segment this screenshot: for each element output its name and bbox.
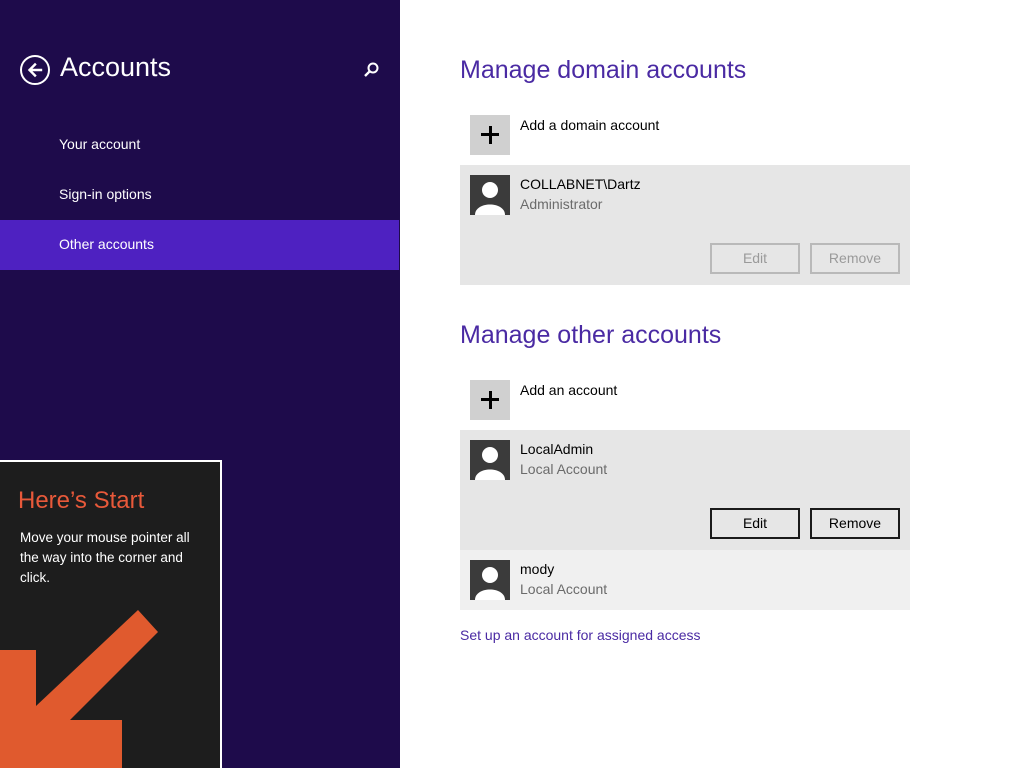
plus-icon: [470, 380, 510, 420]
account-name: COLLABNET\Dartz: [520, 176, 641, 192]
start-tip-body: Move your mouse pointer all the way into…: [20, 530, 190, 585]
account-type: Administrator: [520, 196, 603, 212]
start-tip-panel: Here’s Start Move your mouse pointer all…: [0, 460, 222, 768]
user-avatar-icon: [470, 175, 510, 215]
sidebar-item-label: Sign-in options: [59, 186, 152, 202]
assigned-access-link[interactable]: Set up an account for assigned access: [460, 627, 700, 643]
sidebar-item-other-accounts[interactable]: Other accounts: [0, 220, 399, 270]
sidebar-item-label: Your account: [59, 136, 141, 152]
account-type: Local Account: [520, 461, 608, 477]
account-name: mody: [520, 561, 555, 577]
add-account-label: Add an account: [520, 382, 618, 398]
account-card-mody[interactable]: mody Local Account: [460, 550, 910, 610]
account-card-dartz[interactable]: COLLABNET\Dartz Administrator Edit Remov…: [460, 165, 910, 285]
account-card-localadmin[interactable]: LocalAdmin Local Account Edit Remove: [460, 430, 910, 550]
remove-button[interactable]: Remove: [810, 508, 900, 539]
back-arrow-icon[interactable]: [20, 55, 50, 85]
search-icon[interactable]: [360, 60, 382, 82]
corner-arrow-icon: [0, 610, 158, 768]
sidebar-item-your-account[interactable]: Your account: [0, 120, 400, 170]
sidebar-item-label: Other accounts: [59, 236, 154, 252]
section-title-other-accounts: Manage other accounts: [460, 321, 722, 349]
page-title: Accounts: [60, 52, 172, 82]
plus-icon: [470, 115, 510, 155]
start-tip-title: Here’s Start: [18, 487, 145, 514]
user-avatar-icon: [470, 560, 510, 600]
account-type: Local Account: [520, 581, 608, 597]
sidebar-item-sign-in-options[interactable]: Sign-in options: [0, 170, 400, 220]
remove-button[interactable]: Remove: [810, 243, 900, 274]
edit-button[interactable]: Edit: [710, 243, 800, 274]
section-title-domain-accounts: Manage domain accounts: [460, 56, 747, 84]
add-domain-account-label: Add a domain account: [520, 117, 660, 133]
account-name: LocalAdmin: [520, 441, 594, 457]
edit-button[interactable]: Edit: [710, 508, 800, 539]
user-avatar-icon: [470, 440, 510, 480]
